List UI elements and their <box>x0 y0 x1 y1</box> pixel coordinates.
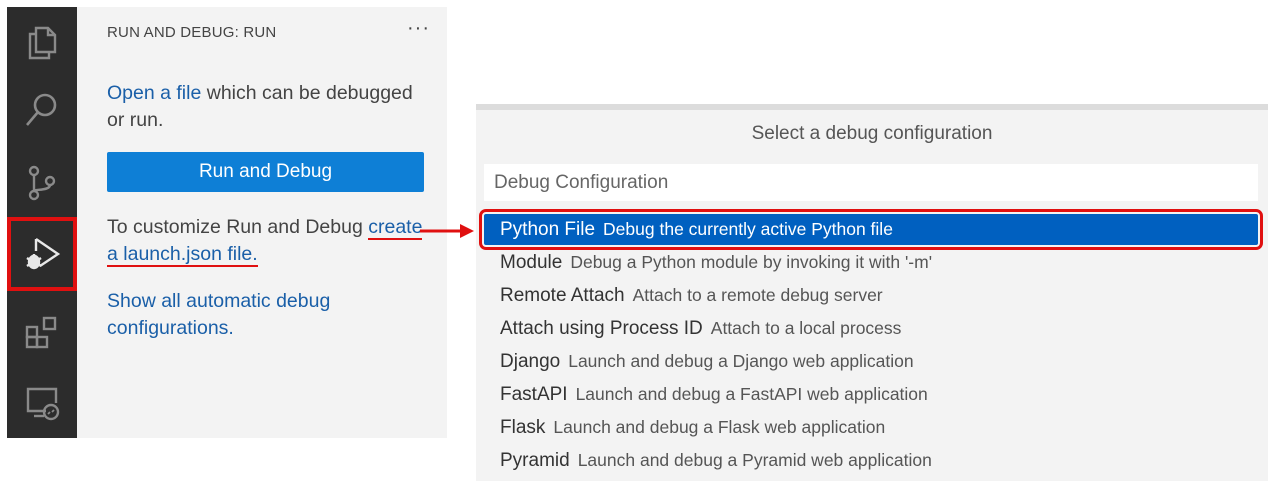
option-label: Python File <box>500 218 596 240</box>
option-description: Launch and debug a Flask web application <box>553 417 886 437</box>
picker-title: Select a debug configuration <box>751 123 993 144</box>
open-file-link[interactable]: Open a file <box>107 82 201 104</box>
run-debug-panel: RUN AND DEBUG: RUN ··· Open a file which… <box>77 7 447 438</box>
option-attach-process-id[interactable]: Attach using Process ID Attach to a loca… <box>484 313 1258 344</box>
customize-paragraph: To customize Run and Debug create a laun… <box>107 214 427 268</box>
option-label: Remote Attach <box>500 284 625 306</box>
debug-configuration-picker: Select a debug configuration Python File… <box>476 104 1268 481</box>
option-label: Flask <box>500 416 546 438</box>
option-label: Module <box>500 251 563 273</box>
source-control-icon[interactable] <box>7 152 77 214</box>
show-all-configurations-link[interactable]: Show all automatic debug configurations. <box>107 290 330 339</box>
debug-configuration-input[interactable] <box>484 164 1258 201</box>
option-label: FastAPI <box>500 383 568 405</box>
option-description: Launch and debug a Pyramid web applicati… <box>577 450 932 470</box>
customize-text: To customize Run and Debug <box>107 216 369 238</box>
panel-title: RUN AND DEBUG: RUN <box>107 24 277 41</box>
option-django[interactable]: Django Launch and debug a Django web app… <box>484 346 1258 377</box>
option-description: Attach to a remote debug server <box>632 285 883 305</box>
option-remote-attach[interactable]: Remote Attach Attach to a remote debug s… <box>484 280 1258 311</box>
option-fastapi[interactable]: FastAPI Launch and debug a FastAPI web a… <box>484 379 1258 410</box>
option-label: Pyramid <box>500 449 570 471</box>
search-icon[interactable] <box>7 79 77 141</box>
option-label: Attach using Process ID <box>500 317 703 339</box>
explorer-icon[interactable] <box>7 11 77 73</box>
extensions-icon[interactable] <box>7 302 77 364</box>
option-description: Debug the currently active Python file <box>603 219 893 239</box>
run-and-debug-button[interactable]: Run and Debug <box>107 152 424 192</box>
option-module[interactable]: Module Debug a Python module by invoking… <box>484 247 1258 278</box>
option-label: Django <box>500 350 561 372</box>
activity-bar <box>7 7 77 438</box>
remote-explorer-icon[interactable] <box>7 372 77 434</box>
option-python-file[interactable]: Python File Debug the currently active P… <box>479 209 1263 250</box>
option-description: Attach to a local process <box>710 318 902 338</box>
option-description: Launch and debug a Django web applicatio… <box>568 351 914 371</box>
option-description: Launch and debug a FastAPI web applicati… <box>575 384 928 404</box>
show-all-paragraph: Show all automatic debug configurations. <box>107 288 427 342</box>
annotation-arrow-icon <box>420 224 474 238</box>
run-debug-icon[interactable] <box>7 217 77 291</box>
more-actions-icon[interactable]: ··· <box>407 17 430 40</box>
option-pyramid[interactable]: Pyramid Launch and debug a Pyramid web a… <box>484 445 1258 476</box>
open-file-paragraph: Open a file which can be debugged or run… <box>107 80 427 134</box>
option-description: Debug a Python module by invoking it wit… <box>570 252 933 272</box>
option-flask[interactable]: Flask Launch and debug a Flask web appli… <box>484 412 1258 443</box>
